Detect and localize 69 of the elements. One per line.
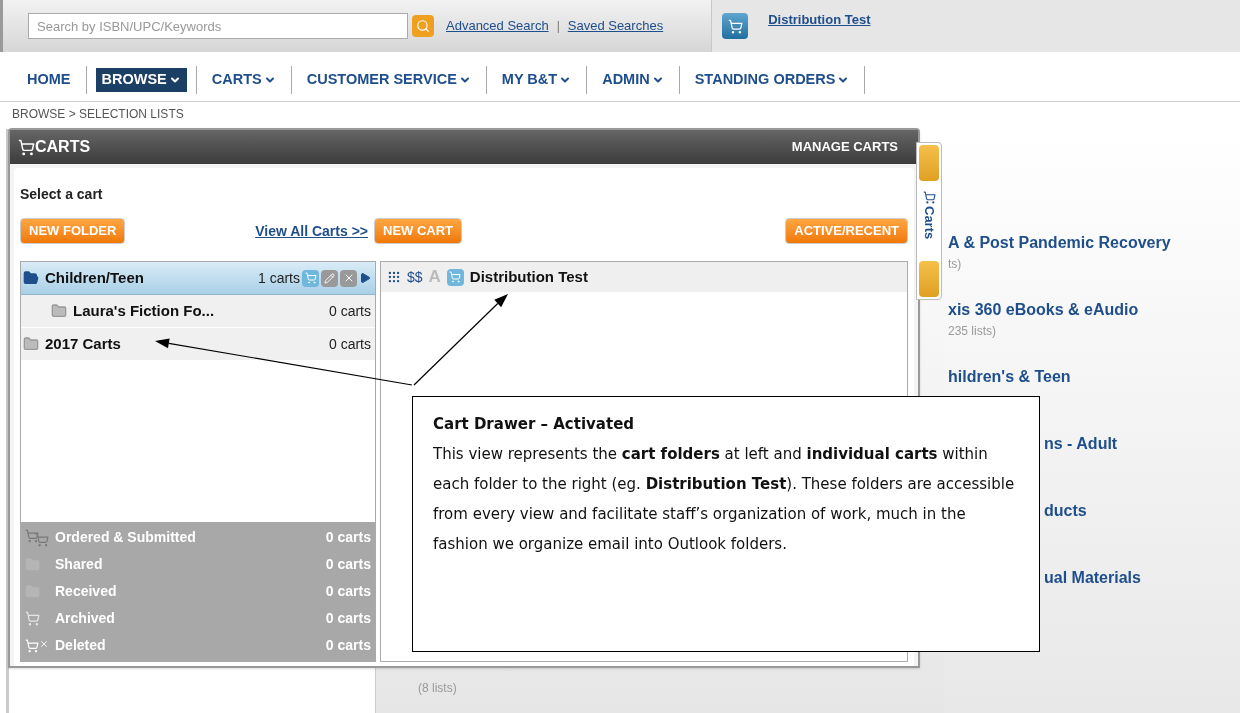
folder-name: Archived <box>55 609 115 628</box>
edit-icon[interactable] <box>321 269 338 287</box>
list-count: ts) <box>948 256 963 273</box>
close-icon[interactable] <box>340 269 357 287</box>
select-cart-label: Select a cart <box>20 185 104 204</box>
list-count: 235 lists) <box>948 323 998 340</box>
advanced-search-link[interactable]: Advanced Search <box>446 16 549 36</box>
view-all-carts-link[interactable]: View All Carts >> <box>255 220 368 242</box>
list-count: (8 lists) <box>418 680 458 697</box>
cart-icon <box>25 611 40 626</box>
nav-tab[interactable]: BROWSE <box>95 67 187 92</box>
list-title[interactable]: hildren's & Teen <box>948 365 1240 389</box>
nav-tab[interactable]: CARTS <box>205 67 282 92</box>
folder-name: Deleted <box>55 636 106 655</box>
search-field[interactable]: Search by ISBN/UPC/Keywords <box>28 13 408 39</box>
callout-text: This view represents the cart folders at left and individual carts within each folder to the right (eg. Distribution Test). These folders are accessible from every view and facilitate staff’s organization of work, much in the fashion we organize email into Outlook folders. <box>433 444 1016 555</box>
folder-row[interactable]: Laura's Fiction Fo... 0 carts <box>21 295 375 328</box>
cart-name: Distribution Test <box>469 266 588 287</box>
folder-row[interactable]: 2017 Carts 0 carts <box>21 328 375 361</box>
search-icon <box>416 19 430 33</box>
search-button[interactable] <box>412 15 434 37</box>
manage-carts-button[interactable]: MANAGE CARTS <box>791 137 898 157</box>
cart-count: 0 carts <box>325 636 371 655</box>
open-folder-icon <box>23 270 39 286</box>
cart-count: 0 carts <box>325 582 371 601</box>
cart-count: 0 carts <box>329 301 371 321</box>
tab-label: Carts <box>920 206 938 240</box>
active-cart-link[interactable]: Distribution Test <box>768 10 871 30</box>
link-separator: | <box>556 18 560 35</box>
folder-icon <box>23 336 39 352</box>
folder-name: Children/Teen <box>45 267 144 288</box>
list-title[interactable]: ns - Adult <box>1044 432 1240 456</box>
list-title[interactable]: xis 360 eBooks & eAudio <box>948 298 1240 322</box>
folder-row[interactable]: Children/Teen 1 carts <box>21 262 375 295</box>
cart-count: 0 carts <box>329 334 371 354</box>
nav-tab[interactable]: HOME <box>21 67 77 92</box>
nav-tab[interactable]: MY B&T <box>495 67 578 92</box>
cart-icon <box>18 138 35 156</box>
saved-searches-link[interactable]: Saved Searches <box>567 16 664 36</box>
nav-tab[interactable]: STANDING ORDERS <box>688 67 856 92</box>
cart-icon <box>446 268 464 286</box>
list-title[interactable]: ducts <box>1044 499 1240 523</box>
folder-name: Laura's Fiction Fo... <box>73 300 215 321</box>
folder-name: Ordered & Submitted <box>55 528 196 547</box>
nav-tab[interactable]: CUSTOMER SERVICE <box>300 67 477 92</box>
nav-tab[interactable]: ADMIN <box>596 67 670 92</box>
cart-count: 0 carts <box>325 555 371 574</box>
list-title[interactable]: ual Materials <box>1044 566 1240 590</box>
price-mark: $$ <box>407 267 423 287</box>
tab-handle <box>919 145 939 181</box>
drawer-title: CARTS <box>35 137 91 157</box>
carts-tab[interactable]: Carts <box>916 142 942 300</box>
drag-handle-icon[interactable] <box>387 270 401 284</box>
cart-icon <box>922 191 936 204</box>
cart-count: 0 carts <box>325 528 371 547</box>
cart-count: 0 carts <box>325 609 371 628</box>
folder-icon <box>51 303 67 319</box>
folder-name: Shared <box>55 555 103 574</box>
cart-button[interactable] <box>722 13 749 39</box>
tab-handle <box>919 261 939 297</box>
folder-name: Received <box>55 582 117 601</box>
callout-title: Cart Drawer – Activated <box>433 414 636 435</box>
folder-name: 2017 Carts <box>45 333 121 354</box>
breadcrumb: BROWSE > SELECTION LISTS <box>12 106 185 123</box>
list-title[interactable]: A & Post Pandemic Recovery <box>948 231 1240 255</box>
expand-arrow-icon[interactable] <box>359 272 371 284</box>
cart-icon[interactable] <box>302 269 319 287</box>
cart-count: 1 carts <box>258 268 300 288</box>
cart-icon <box>727 18 743 34</box>
